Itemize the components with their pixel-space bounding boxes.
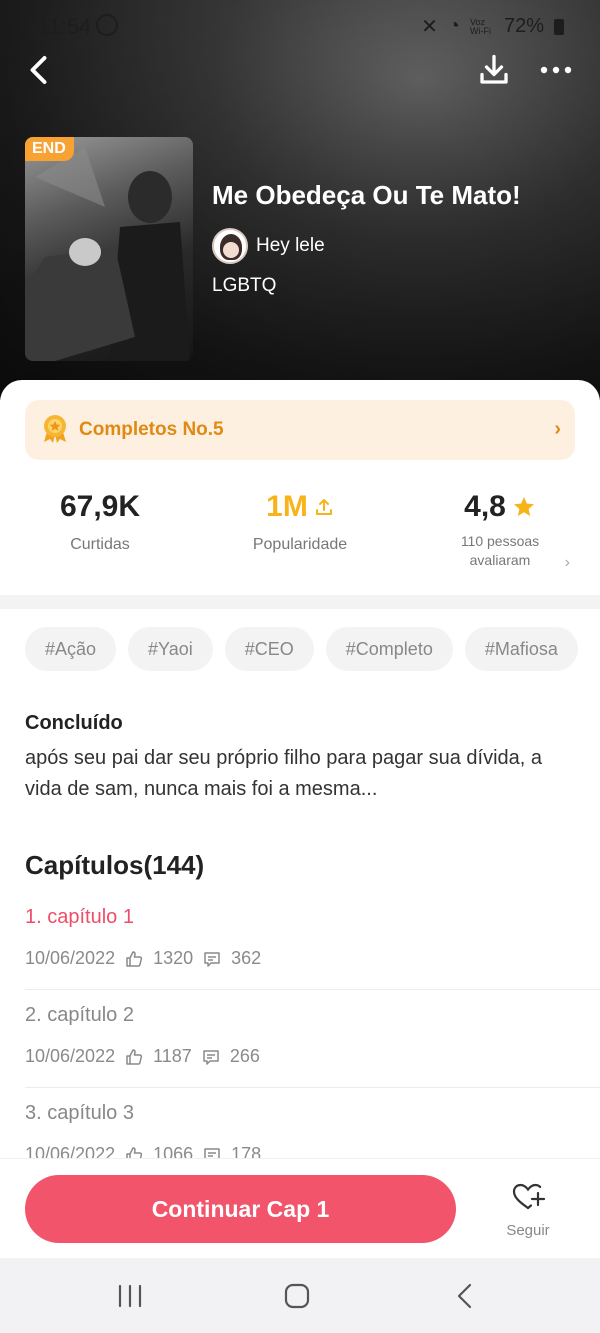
system-back-button[interactable]	[446, 1280, 486, 1312]
more-dots-icon	[540, 66, 572, 74]
status-time: 11:54	[38, 14, 92, 39]
author-avatar	[212, 228, 248, 264]
thumbs-up-icon	[126, 950, 143, 967]
chapter-title: 2. capítulo 2	[25, 1004, 134, 1026]
author-name: Hey lele	[256, 235, 325, 256]
back-chevron-icon	[457, 1283, 472, 1309]
system-nav-bar	[0, 1258, 600, 1333]
publication-status: Concluído	[25, 712, 123, 734]
chapter-comments: 266	[229, 1046, 260, 1066]
home-icon	[284, 1283, 310, 1309]
home-button[interactable]	[278, 1280, 318, 1312]
end-badge: END	[25, 137, 74, 161]
rating-value: 4,8	[464, 490, 506, 523]
tag-list: #Ação #Yaoi #CEO #Completo #Mafiosa	[25, 627, 578, 671]
ranking-label: Completos No.5	[79, 419, 224, 440]
chapter-likes: 1320	[153, 948, 194, 968]
wifi-icon: ◔	[447, 15, 460, 37]
status-bar: 11:54 ✕ ◔ Voz Wi-Fi 72%	[0, 10, 600, 42]
section-divider	[0, 595, 600, 609]
more-options-button[interactable]	[536, 52, 576, 88]
download-button[interactable]	[476, 50, 512, 90]
tag-chip[interactable]: #Completo	[325, 627, 453, 671]
tag-chip[interactable]: #Mafiosa	[464, 627, 578, 671]
star-icon	[513, 497, 534, 516]
chevron-right-icon: ›	[554, 418, 561, 440]
volte-label: Voz Wi-Fi	[469, 16, 491, 36]
whatsapp-icon	[96, 14, 118, 36]
tag-chip[interactable]: #Yaoi	[128, 627, 213, 671]
continue-reading-button[interactable]: Continuar Cap 1	[25, 1175, 456, 1243]
battery-icon	[554, 18, 564, 35]
tag-chip[interactable]: #CEO	[224, 627, 314, 671]
recent-apps-button[interactable]	[110, 1280, 150, 1312]
stats-row: 67,9K Curtidas 1M Popularidade 4,8 110 p…	[0, 490, 600, 586]
chapter-date: 10/06/2022	[25, 1046, 116, 1066]
ranking-banner[interactable]: Completos No.5 ›	[25, 400, 575, 460]
stat-rating[interactable]: 4,8 110 pessoas avaliaram	[400, 490, 600, 570]
genre-label[interactable]: LGBTQ	[212, 275, 276, 297]
popularity-label: Popularidade	[252, 536, 348, 553]
chevron-right-icon: ›	[564, 554, 570, 571]
chapter-date: 10/06/2022	[25, 948, 116, 968]
comic-title: Me Obedeça Ou Te Mato!	[212, 180, 521, 210]
follow-label: Seguir	[506, 1222, 550, 1239]
bottom-action-bar: Continuar Cap 1 Seguir	[0, 1158, 600, 1258]
comment-icon	[203, 1049, 219, 1065]
stat-popularity[interactable]: 1M Popularidade	[200, 490, 400, 554]
author-link[interactable]: Hey lele	[212, 228, 325, 264]
status-indicators: ✕ ◔ Voz Wi-Fi 72%	[421, 14, 564, 39]
trend-up-icon	[315, 499, 332, 515]
stat-likes: 67,9K Curtidas	[0, 490, 200, 554]
rating-count-suffix: avaliaram	[469, 552, 531, 568]
comment-icon	[204, 951, 220, 967]
battery-level: 72%	[503, 15, 544, 37]
synopsis-text[interactable]: após seu pai dar seu próprio filho para …	[25, 743, 545, 805]
mute-icon: ✕	[421, 16, 438, 38]
back-button[interactable]	[22, 50, 58, 90]
medal-icon	[44, 415, 66, 443]
rating-count: 110 pessoas	[460, 533, 540, 549]
likes-label: Curtidas	[70, 536, 130, 553]
follow-button[interactable]: Seguir	[498, 1181, 558, 1239]
chapter-title: 3. capítulo 3	[25, 1102, 134, 1124]
heart-plus-icon	[512, 1183, 546, 1210]
download-icon	[480, 54, 508, 84]
chapter-row[interactable]: 2. capítulo 2 10/06/2022 1187 266	[25, 990, 600, 1088]
cover-artwork	[25, 147, 190, 361]
tag-chip[interactable]: #Ação	[25, 627, 117, 671]
chapter-comments: 362	[231, 948, 262, 968]
chapter-title: 1. capítulo 1	[25, 906, 134, 928]
likes-count: 67,9K	[59, 490, 141, 523]
thumbs-up-icon	[126, 1048, 143, 1065]
chapter-likes: 1187	[153, 1046, 192, 1066]
chapter-row[interactable]: 1. capítulo 1 10/06/2022 1320 362	[25, 892, 600, 990]
comic-cover: END	[25, 137, 193, 361]
chapters-heading: Capítulos(144)	[25, 850, 205, 880]
popularity-count: 1M	[266, 490, 308, 523]
recent-apps-icon	[118, 1284, 142, 1308]
back-arrow-icon	[30, 56, 47, 84]
